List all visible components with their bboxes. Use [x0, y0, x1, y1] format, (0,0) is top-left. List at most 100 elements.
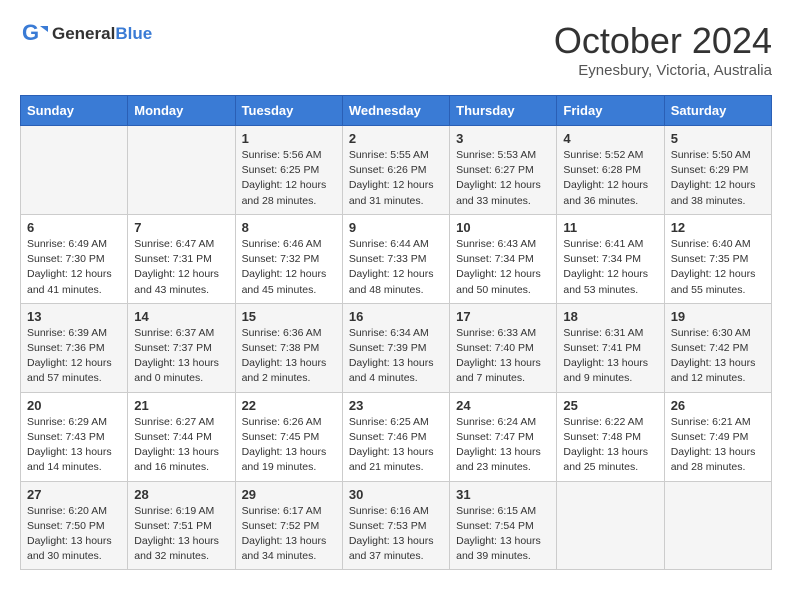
calendar-cell: 15Sunrise: 6:36 AM Sunset: 7:38 PM Dayli…	[235, 303, 342, 392]
day-number: 2	[349, 131, 443, 146]
day-number: 7	[134, 220, 228, 235]
calendar-cell: 9 Sunrise: 6:44 AM Sunset: 7:33 PM Daylig…	[342, 214, 449, 303]
day-info: Sunrise: 6:49 AM Sunset: 7:30 PM Dayligh…	[27, 237, 121, 298]
day-number: 16	[349, 309, 443, 324]
day-number: 20	[27, 398, 121, 413]
day-number: 5	[671, 131, 765, 146]
header-day-sunday: Sunday	[21, 96, 128, 126]
header-day-monday: Monday	[128, 96, 235, 126]
calendar-week-1: 1 Sunrise: 5:56 AM Sunset: 6:25 PM Daylig…	[21, 126, 772, 215]
day-info: Sunrise: 6:43 AM Sunset: 7:34 PM Dayligh…	[456, 237, 550, 298]
day-number: 31	[456, 487, 550, 502]
header-day-thursday: Thursday	[450, 96, 557, 126]
calendar-cell: 20 Sunrise: 6:29 AM Sunset: 7:43 PM Dayli…	[21, 392, 128, 481]
day-number: 18	[563, 309, 657, 324]
day-info: Sunrise: 6:30 AM Sunset: 7:42 PM Dayligh…	[671, 326, 765, 387]
calendar-cell: 5 Sunrise: 5:50 AM Sunset: 6:29 PM Daylig…	[664, 126, 771, 215]
calendar-header-row: SundayMondayTuesdayWednesdayThursdayFrid…	[21, 96, 772, 126]
day-number: 4	[563, 131, 657, 146]
calendar-cell: 22 Sunrise: 6:26 AM Sunset: 7:45 PM Dayli…	[235, 392, 342, 481]
logo: G GeneralBlue	[20, 20, 152, 48]
day-info: Sunrise: 6:29 AM Sunset: 7:43 PM Dayligh…	[27, 415, 121, 476]
day-number: 26	[671, 398, 765, 413]
calendar-cell: 2 Sunrise: 5:55 AM Sunset: 6:26 PM Daylig…	[342, 126, 449, 215]
calendar-cell: 26Sunrise: 6:21 AM Sunset: 7:49 PM Dayli…	[664, 392, 771, 481]
header-day-tuesday: Tuesday	[235, 96, 342, 126]
day-info: Sunrise: 6:33 AM Sunset: 7:40 PM Dayligh…	[456, 326, 550, 387]
day-info: Sunrise: 6:25 AM Sunset: 7:46 PM Dayligh…	[349, 415, 443, 476]
day-info: Sunrise: 5:52 AM Sunset: 6:28 PM Dayligh…	[563, 148, 657, 209]
day-number: 30	[349, 487, 443, 502]
logo-general: GeneralBlue	[52, 24, 152, 44]
calendar-week-4: 20 Sunrise: 6:29 AM Sunset: 7:43 PM Dayli…	[21, 392, 772, 481]
calendar-week-5: 27 Sunrise: 6:20 AM Sunset: 7:50 PM Dayli…	[21, 481, 772, 570]
day-info: Sunrise: 6:44 AM Sunset: 7:33 PM Dayligh…	[349, 237, 443, 298]
calendar-cell: 16 Sunrise: 6:34 AM Sunset: 7:39 PM Dayli…	[342, 303, 449, 392]
calendar-cell: 11Sunrise: 6:41 AM Sunset: 7:34 PM Dayli…	[557, 214, 664, 303]
calendar-cell: 25Sunrise: 6:22 AM Sunset: 7:48 PM Dayli…	[557, 392, 664, 481]
logo-icon: G	[20, 20, 48, 48]
day-info: Sunrise: 6:16 AM Sunset: 7:53 PM Dayligh…	[349, 504, 443, 565]
calendar-cell: 12 Sunrise: 6:40 AM Sunset: 7:35 PM Dayli…	[664, 214, 771, 303]
calendar-cell: 4 Sunrise: 5:52 AM Sunset: 6:28 PM Daylig…	[557, 126, 664, 215]
calendar-week-2: 6 Sunrise: 6:49 AM Sunset: 7:30 PM Daylig…	[21, 214, 772, 303]
day-number: 9	[349, 220, 443, 235]
calendar-cell	[557, 481, 664, 570]
calendar-table: SundayMondayTuesdayWednesdayThursdayFrid…	[20, 95, 772, 570]
calendar-cell	[21, 126, 128, 215]
location: Eynesbury, Victoria, Australia	[554, 62, 772, 79]
day-info: Sunrise: 6:20 AM Sunset: 7:50 PM Dayligh…	[27, 504, 121, 565]
calendar-cell: 6 Sunrise: 6:49 AM Sunset: 7:30 PM Daylig…	[21, 214, 128, 303]
day-info: Sunrise: 5:50 AM Sunset: 6:29 PM Dayligh…	[671, 148, 765, 209]
calendar-cell: 3Sunrise: 5:53 AM Sunset: 6:27 PM Daylig…	[450, 126, 557, 215]
day-info: Sunrise: 6:24 AM Sunset: 7:47 PM Dayligh…	[456, 415, 550, 476]
calendar-cell: 14Sunrise: 6:37 AM Sunset: 7:37 PM Dayli…	[128, 303, 235, 392]
day-number: 12	[671, 220, 765, 235]
day-number: 6	[27, 220, 121, 235]
day-info: Sunrise: 6:26 AM Sunset: 7:45 PM Dayligh…	[242, 415, 336, 476]
day-number: 21	[134, 398, 228, 413]
day-info: Sunrise: 5:55 AM Sunset: 6:26 PM Dayligh…	[349, 148, 443, 209]
calendar-cell: 19 Sunrise: 6:30 AM Sunset: 7:42 PM Dayli…	[664, 303, 771, 392]
day-info: Sunrise: 6:39 AM Sunset: 7:36 PM Dayligh…	[27, 326, 121, 387]
day-number: 13	[27, 309, 121, 324]
day-number: 24	[456, 398, 550, 413]
day-number: 3	[456, 131, 550, 146]
day-info: Sunrise: 6:37 AM Sunset: 7:37 PM Dayligh…	[134, 326, 228, 387]
day-info: Sunrise: 6:15 AM Sunset: 7:54 PM Dayligh…	[456, 504, 550, 565]
calendar-cell: 29Sunrise: 6:17 AM Sunset: 7:52 PM Dayli…	[235, 481, 342, 570]
calendar-cell	[664, 481, 771, 570]
calendar-cell	[128, 126, 235, 215]
month-title: October 2024	[554, 20, 772, 62]
calendar-cell: 28Sunrise: 6:19 AM Sunset: 7:51 PM Dayli…	[128, 481, 235, 570]
day-info: Sunrise: 6:34 AM Sunset: 7:39 PM Dayligh…	[349, 326, 443, 387]
calendar-cell: 10 Sunrise: 6:43 AM Sunset: 7:34 PM Dayli…	[450, 214, 557, 303]
calendar-cell: 23 Sunrise: 6:25 AM Sunset: 7:46 PM Dayli…	[342, 392, 449, 481]
calendar-cell: 24 Sunrise: 6:24 AM Sunset: 7:47 PM Dayli…	[450, 392, 557, 481]
day-number: 28	[134, 487, 228, 502]
calendar-cell: 30 Sunrise: 6:16 AM Sunset: 7:53 PM Dayli…	[342, 481, 449, 570]
calendar-cell: 1 Sunrise: 5:56 AM Sunset: 6:25 PM Daylig…	[235, 126, 342, 215]
day-info: Sunrise: 6:40 AM Sunset: 7:35 PM Dayligh…	[671, 237, 765, 298]
day-number: 1	[242, 131, 336, 146]
day-info: Sunrise: 6:36 AM Sunset: 7:38 PM Dayligh…	[242, 326, 336, 387]
day-number: 10	[456, 220, 550, 235]
calendar-cell: 27 Sunrise: 6:20 AM Sunset: 7:50 PM Dayli…	[21, 481, 128, 570]
day-info: Sunrise: 6:17 AM Sunset: 7:52 PM Dayligh…	[242, 504, 336, 565]
calendar-cell: 8Sunrise: 6:46 AM Sunset: 7:32 PM Daylig…	[235, 214, 342, 303]
header-day-wednesday: Wednesday	[342, 96, 449, 126]
day-info: Sunrise: 6:31 AM Sunset: 7:41 PM Dayligh…	[563, 326, 657, 387]
header-day-saturday: Saturday	[664, 96, 771, 126]
calendar-cell: 13 Sunrise: 6:39 AM Sunset: 7:36 PM Dayli…	[21, 303, 128, 392]
day-info: Sunrise: 6:46 AM Sunset: 7:32 PM Dayligh…	[242, 237, 336, 298]
day-info: Sunrise: 6:47 AM Sunset: 7:31 PM Dayligh…	[134, 237, 228, 298]
day-info: Sunrise: 5:56 AM Sunset: 6:25 PM Dayligh…	[242, 148, 336, 209]
header-day-friday: Friday	[557, 96, 664, 126]
day-number: 23	[349, 398, 443, 413]
calendar-week-3: 13 Sunrise: 6:39 AM Sunset: 7:36 PM Dayli…	[21, 303, 772, 392]
calendar-cell: 18 Sunrise: 6:31 AM Sunset: 7:41 PM Dayli…	[557, 303, 664, 392]
day-number: 22	[242, 398, 336, 413]
day-number: 27	[27, 487, 121, 502]
calendar-cell: 21Sunrise: 6:27 AM Sunset: 7:44 PM Dayli…	[128, 392, 235, 481]
day-number: 19	[671, 309, 765, 324]
